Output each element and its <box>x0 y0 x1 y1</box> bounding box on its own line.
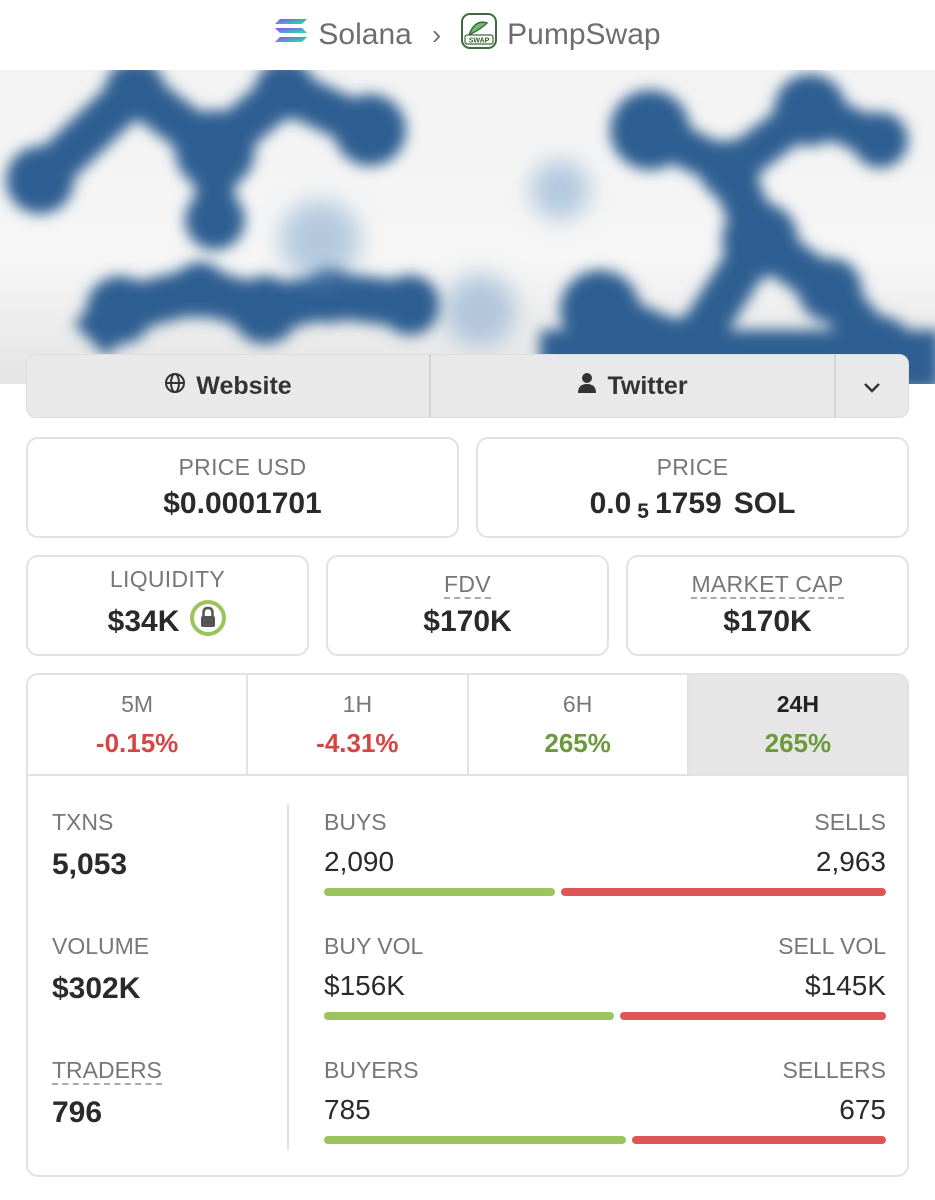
volume-value: $302K <box>52 972 141 1005</box>
more-links-button[interactable] <box>836 355 908 417</box>
buy-bar <box>324 1012 614 1020</box>
buys-label: BUYS <box>324 809 387 835</box>
tab-6h[interactable]: 6H 265% <box>469 675 689 774</box>
sellers-label: SELLERS <box>782 1057 886 1083</box>
chevron-down-icon <box>863 372 881 401</box>
breadcrumb: Solana › SWAP PumpSwap <box>0 0 935 70</box>
buys-value: 2,090 <box>324 846 395 877</box>
buy-vol-label: BUY VOL <box>324 933 424 959</box>
market-cap-value: $170K <box>723 604 812 638</box>
fdv-label[interactable]: FDV <box>444 572 491 599</box>
price-native-value: 0.0 5 1759 SOL <box>589 487 796 523</box>
traders-label[interactable]: TRADERS <box>52 1057 162 1085</box>
sells-label: SELLS <box>814 809 886 835</box>
price-native-card: PRICE 0.0 5 1759 SOL <box>476 437 909 538</box>
buy-vol-value: $156K <box>324 970 405 1001</box>
sell-vol-label: SELL VOL <box>778 933 886 959</box>
buy-bar <box>324 1136 626 1144</box>
chevron-right-icon: › <box>431 19 442 50</box>
market-cap-card: MARKET CAP $170K <box>626 555 909 656</box>
sells-value: 2,963 <box>815 846 886 877</box>
volume-split-row: BUY VOL SELL VOL $156K $145K <box>324 933 886 1020</box>
price-usd-value: $0.0001701 <box>163 487 322 520</box>
user-icon <box>577 372 597 401</box>
breadcrumb-dex[interactable]: SWAP PumpSwap <box>461 13 661 57</box>
tab-5m[interactable]: 5M -0.15% <box>28 675 249 774</box>
txns-label: TXNS <box>52 809 114 835</box>
sell-bar <box>632 1136 886 1144</box>
dex-name: PumpSwap <box>507 18 661 51</box>
tab-label: 5M <box>121 690 154 717</box>
trade-stats: TXNS 5,053 VOLUME $302K TRADERS 796 BUYS… <box>28 776 907 1175</box>
lock-icon[interactable] <box>189 599 227 645</box>
fdv-card: FDV $170K <box>326 555 609 656</box>
volume-label: VOLUME <box>52 933 150 959</box>
price-native-digits: 1759 <box>654 487 722 520</box>
traders-split-row: BUYERS SELLERS 785 675 <box>324 1057 886 1144</box>
price-native-unit: SOL <box>733 487 796 520</box>
buys-sells-row: BUYS SELLS 2,090 2,963 <box>324 809 886 896</box>
tab-change: 265% <box>544 727 611 758</box>
timeframe-tabs: 5M -0.15% 1H -4.31% 6H 265% 24H 265% <box>28 675 907 776</box>
volume-stat: VOLUME $302K <box>52 933 149 1006</box>
tab-change: -0.15% <box>95 727 179 758</box>
tab-label: 24H <box>776 690 819 717</box>
market-cap-label[interactable]: MARKET CAP <box>691 572 844 599</box>
fdv-value: $170K <box>423 604 512 638</box>
buyers-label: BUYERS <box>324 1057 419 1083</box>
volume-ratio-bar <box>324 1012 886 1020</box>
tab-change: 265% <box>764 727 832 758</box>
txns-stat: TXNS 5,053 <box>52 809 127 882</box>
price-usd-card: PRICE USD $0.0001701 <box>26 437 459 538</box>
buys-sells-ratio-bar <box>324 888 886 896</box>
sell-bar <box>620 1012 886 1020</box>
price-native-prefix: 0.0 <box>589 487 632 520</box>
timeframe-stats-panel: 5M -0.15% 1H -4.31% 6H 265% 24H 265% TXN… <box>26 673 909 1177</box>
tab-1h[interactable]: 1H -4.31% <box>248 675 469 774</box>
website-button[interactable]: Website <box>27 355 431 417</box>
liquidity-card: LIQUIDITY $34K <box>26 555 309 656</box>
liquidity-value: $34K <box>107 605 180 638</box>
sellers-value: 675 <box>839 1094 886 1125</box>
tab-label: 1H <box>342 690 373 717</box>
website-label: Website <box>196 371 292 400</box>
social-links-bar: Website Twitter <box>26 354 909 418</box>
price-usd-label: PRICE USD <box>178 454 307 480</box>
sell-bar <box>561 888 886 896</box>
tab-24h[interactable]: 24H 265% <box>688 675 907 774</box>
pumpswap-logo-icon: SWAP <box>461 13 498 57</box>
traders-ratio-bar <box>324 1136 886 1144</box>
price-native-zero-count: 5 <box>637 500 649 523</box>
globe-icon <box>164 372 186 401</box>
sell-vol-value: $145K <box>805 970 886 1001</box>
buy-bar <box>324 888 555 896</box>
txns-value: 5,053 <box>52 848 128 881</box>
chain-name: Solana <box>318 18 412 51</box>
buyers-value: 785 <box>324 1094 371 1125</box>
column-divider <box>287 804 289 1150</box>
tab-change: -4.31% <box>316 727 399 758</box>
twitter-label: Twitter <box>607 371 688 400</box>
solana-logo-icon <box>274 17 308 53</box>
svg-text:SWAP: SWAP <box>469 38 490 45</box>
liquidity-label: LIQUIDITY <box>109 566 226 592</box>
token-banner-image <box>0 70 935 384</box>
price-native-label: PRICE <box>656 454 729 480</box>
traders-stat: TRADERS 796 <box>52 1057 162 1130</box>
tab-label: 6H <box>562 690 593 717</box>
liquidity-value-row: $34K <box>108 599 228 645</box>
twitter-button[interactable]: Twitter <box>431 355 836 417</box>
breadcrumb-chain[interactable]: Solana <box>274 17 412 53</box>
traders-value: 796 <box>52 1096 103 1129</box>
